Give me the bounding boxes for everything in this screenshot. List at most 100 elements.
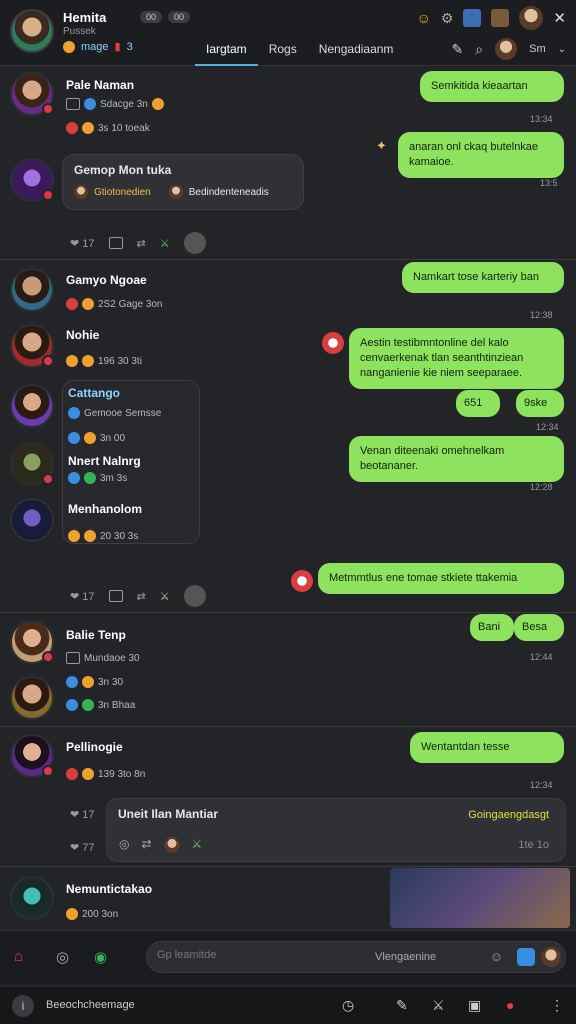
outgoing-message[interactable]: anaran onl ckaq butelnkae kamaioe. xyxy=(398,132,564,178)
emoji-icon[interactable]: ☺ xyxy=(490,949,503,964)
profile-avatar[interactable] xyxy=(10,9,54,53)
panel-card[interactable]: Uneit Ilan Mantiar Goingaengdasgt ◎ ⇄ ⚔ … xyxy=(106,798,566,862)
contact-name[interactable]: Nohie xyxy=(66,328,99,342)
card-sub: Gtiotonedien xyxy=(94,186,151,198)
game-icon[interactable]: ⚔ xyxy=(432,997,445,1014)
small-reply[interactable]: 9ske xyxy=(516,390,564,417)
small-reply[interactable]: Besa xyxy=(514,614,564,641)
like-icon[interactable]: ❤ 77 xyxy=(70,841,95,854)
emoji-icon[interactable]: ☺ xyxy=(417,10,431,26)
contact-name[interactable]: Nnert Nalnrg xyxy=(68,454,141,468)
avatar[interactable] xyxy=(322,332,344,354)
compose-icon[interactable]: ✎ xyxy=(396,997,408,1014)
emoji-icon xyxy=(68,432,80,444)
share-icon[interactable]: ⇄ xyxy=(137,237,146,250)
avatar[interactable] xyxy=(10,158,54,202)
message-input-wrap[interactable]: Vlengaenine ☺ xyxy=(146,941,566,973)
close-icon[interactable]: ✕ xyxy=(553,9,566,27)
status-count: 3 xyxy=(126,40,133,53)
outgoing-message[interactable]: Venan diteenaki omehnelkam beotananer. xyxy=(349,436,564,482)
avatar[interactable] xyxy=(10,620,54,664)
avatar[interactable] xyxy=(10,498,54,542)
outgoing-message[interactable]: Aestin testibmntonline del kalo cenvaerk… xyxy=(349,328,564,389)
small-reply[interactable]: Bani xyxy=(470,614,514,641)
share-icon[interactable]: ⇄ xyxy=(141,837,151,853)
avatar[interactable] xyxy=(163,837,180,853)
contact-name[interactable]: Pale Naman xyxy=(66,78,134,92)
avatar[interactable] xyxy=(10,876,54,920)
avatar[interactable] xyxy=(10,676,54,720)
clock-icon[interactable]: ◷ xyxy=(342,997,354,1014)
tab-1[interactable]: Iargtam xyxy=(195,36,258,66)
account-avatar[interactable] xyxy=(495,38,518,60)
pill-2: 00 xyxy=(168,11,191,23)
contact-meta: 2S2 Gage 3on xyxy=(66,298,163,310)
camera-icon[interactable]: ◎ xyxy=(56,948,69,966)
mic-icon[interactable]: ◉ xyxy=(94,948,107,966)
emoji-icon xyxy=(66,355,78,367)
message-time: 12:34 xyxy=(536,422,559,432)
section-divider xyxy=(0,259,576,260)
menu-label[interactable]: Sm xyxy=(529,43,546,55)
comment-icon[interactable] xyxy=(108,237,123,249)
share-icon[interactable]: ⇄ xyxy=(137,590,146,603)
avatar[interactable] xyxy=(291,570,313,592)
outgoing-message[interactable]: Metmmtlus ene tomae stkiete ttakemia xyxy=(318,563,564,594)
user-avatar[interactable] xyxy=(519,6,544,30)
contact-name[interactable]: Cattango xyxy=(68,386,120,400)
avatar[interactable] xyxy=(10,324,54,368)
game-icon[interactable]: ⚔ xyxy=(192,837,203,853)
like-icon[interactable]: ❤ 17 xyxy=(70,237,95,250)
avatar[interactable] xyxy=(183,232,206,254)
contact-meta: Gemooe Semsse xyxy=(68,407,161,419)
message-time: 12:34 xyxy=(530,780,553,790)
outgoing-message[interactable]: Namkart tose karteriy ban xyxy=(402,262,564,293)
settings-icon[interactable]: ⚙ xyxy=(441,10,454,27)
window-icon[interactable]: ▣ xyxy=(468,997,481,1014)
search-icon[interactable]: ⌕ xyxy=(475,41,483,58)
incoming-card[interactable]: Gemop Mon tuka Gtiotonedien Bedindentene… xyxy=(62,154,304,210)
message-feed[interactable]: Pale Naman Sdacge 3n 3s 10 toeak Semkiti… xyxy=(0,66,576,930)
contact-name[interactable]: Nemuntictakao xyxy=(66,882,152,896)
camera-icon[interactable]: ◎ xyxy=(119,837,129,853)
message-input[interactable] xyxy=(157,949,357,961)
sticker-icon: ✦ xyxy=(376,138,387,153)
game-icon[interactable]: ⚔ xyxy=(160,590,170,603)
outgoing-message[interactable]: Semkitida kieaartan xyxy=(420,71,564,102)
notification-icon[interactable]: ● xyxy=(506,997,514,1013)
emoji-icon xyxy=(84,432,96,444)
tab-3[interactable]: Nengadiaanm xyxy=(308,36,405,66)
contact-name[interactable]: Balie Tenp xyxy=(66,628,126,642)
input-hint: Vlengaenine xyxy=(375,951,437,963)
comment-icon[interactable] xyxy=(108,590,123,602)
avatar[interactable] xyxy=(10,442,54,486)
app-icon-2[interactable] xyxy=(491,9,510,27)
avatar[interactable] xyxy=(10,384,54,428)
panel-icons: ◎ ⇄ ⚔ xyxy=(119,837,202,853)
panel-action[interactable]: Goingaengdasgt xyxy=(468,809,549,821)
contact-name[interactable]: Gamyo Ngoae xyxy=(66,273,147,287)
like-icon[interactable]: ❤ 17 xyxy=(70,808,95,821)
small-reply[interactable]: 651 xyxy=(456,390,500,417)
image-icon xyxy=(66,652,80,664)
emoji-icon xyxy=(68,407,80,419)
avatar[interactable] xyxy=(10,268,54,312)
info-icon[interactable]: i xyxy=(12,995,34,1017)
like-icon[interactable]: ❤ 17 xyxy=(70,590,95,603)
home-icon[interactable]: ⌂ xyxy=(14,948,23,965)
avatar[interactable] xyxy=(541,947,561,967)
chevron-down-icon[interactable]: ⌄ xyxy=(558,44,566,55)
avatar[interactable] xyxy=(10,734,54,778)
avatar[interactable] xyxy=(183,585,206,607)
contact-name[interactable]: Pellinogie xyxy=(66,740,123,754)
app-icon[interactable] xyxy=(463,9,482,27)
send-icon[interactable] xyxy=(517,948,535,966)
avatar[interactable] xyxy=(10,72,54,116)
more-icon[interactable]: ⋮ xyxy=(550,997,564,1014)
tab-2[interactable]: Rogs xyxy=(258,36,308,66)
outgoing-message[interactable]: Wentantdan tesse xyxy=(410,732,564,763)
game-icon[interactable]: ⚔ xyxy=(160,237,170,250)
contact-name[interactable]: Menhanolom xyxy=(68,502,142,516)
game-thumbnail[interactable] xyxy=(390,868,570,928)
compose-icon[interactable]: ✎ xyxy=(452,41,464,58)
